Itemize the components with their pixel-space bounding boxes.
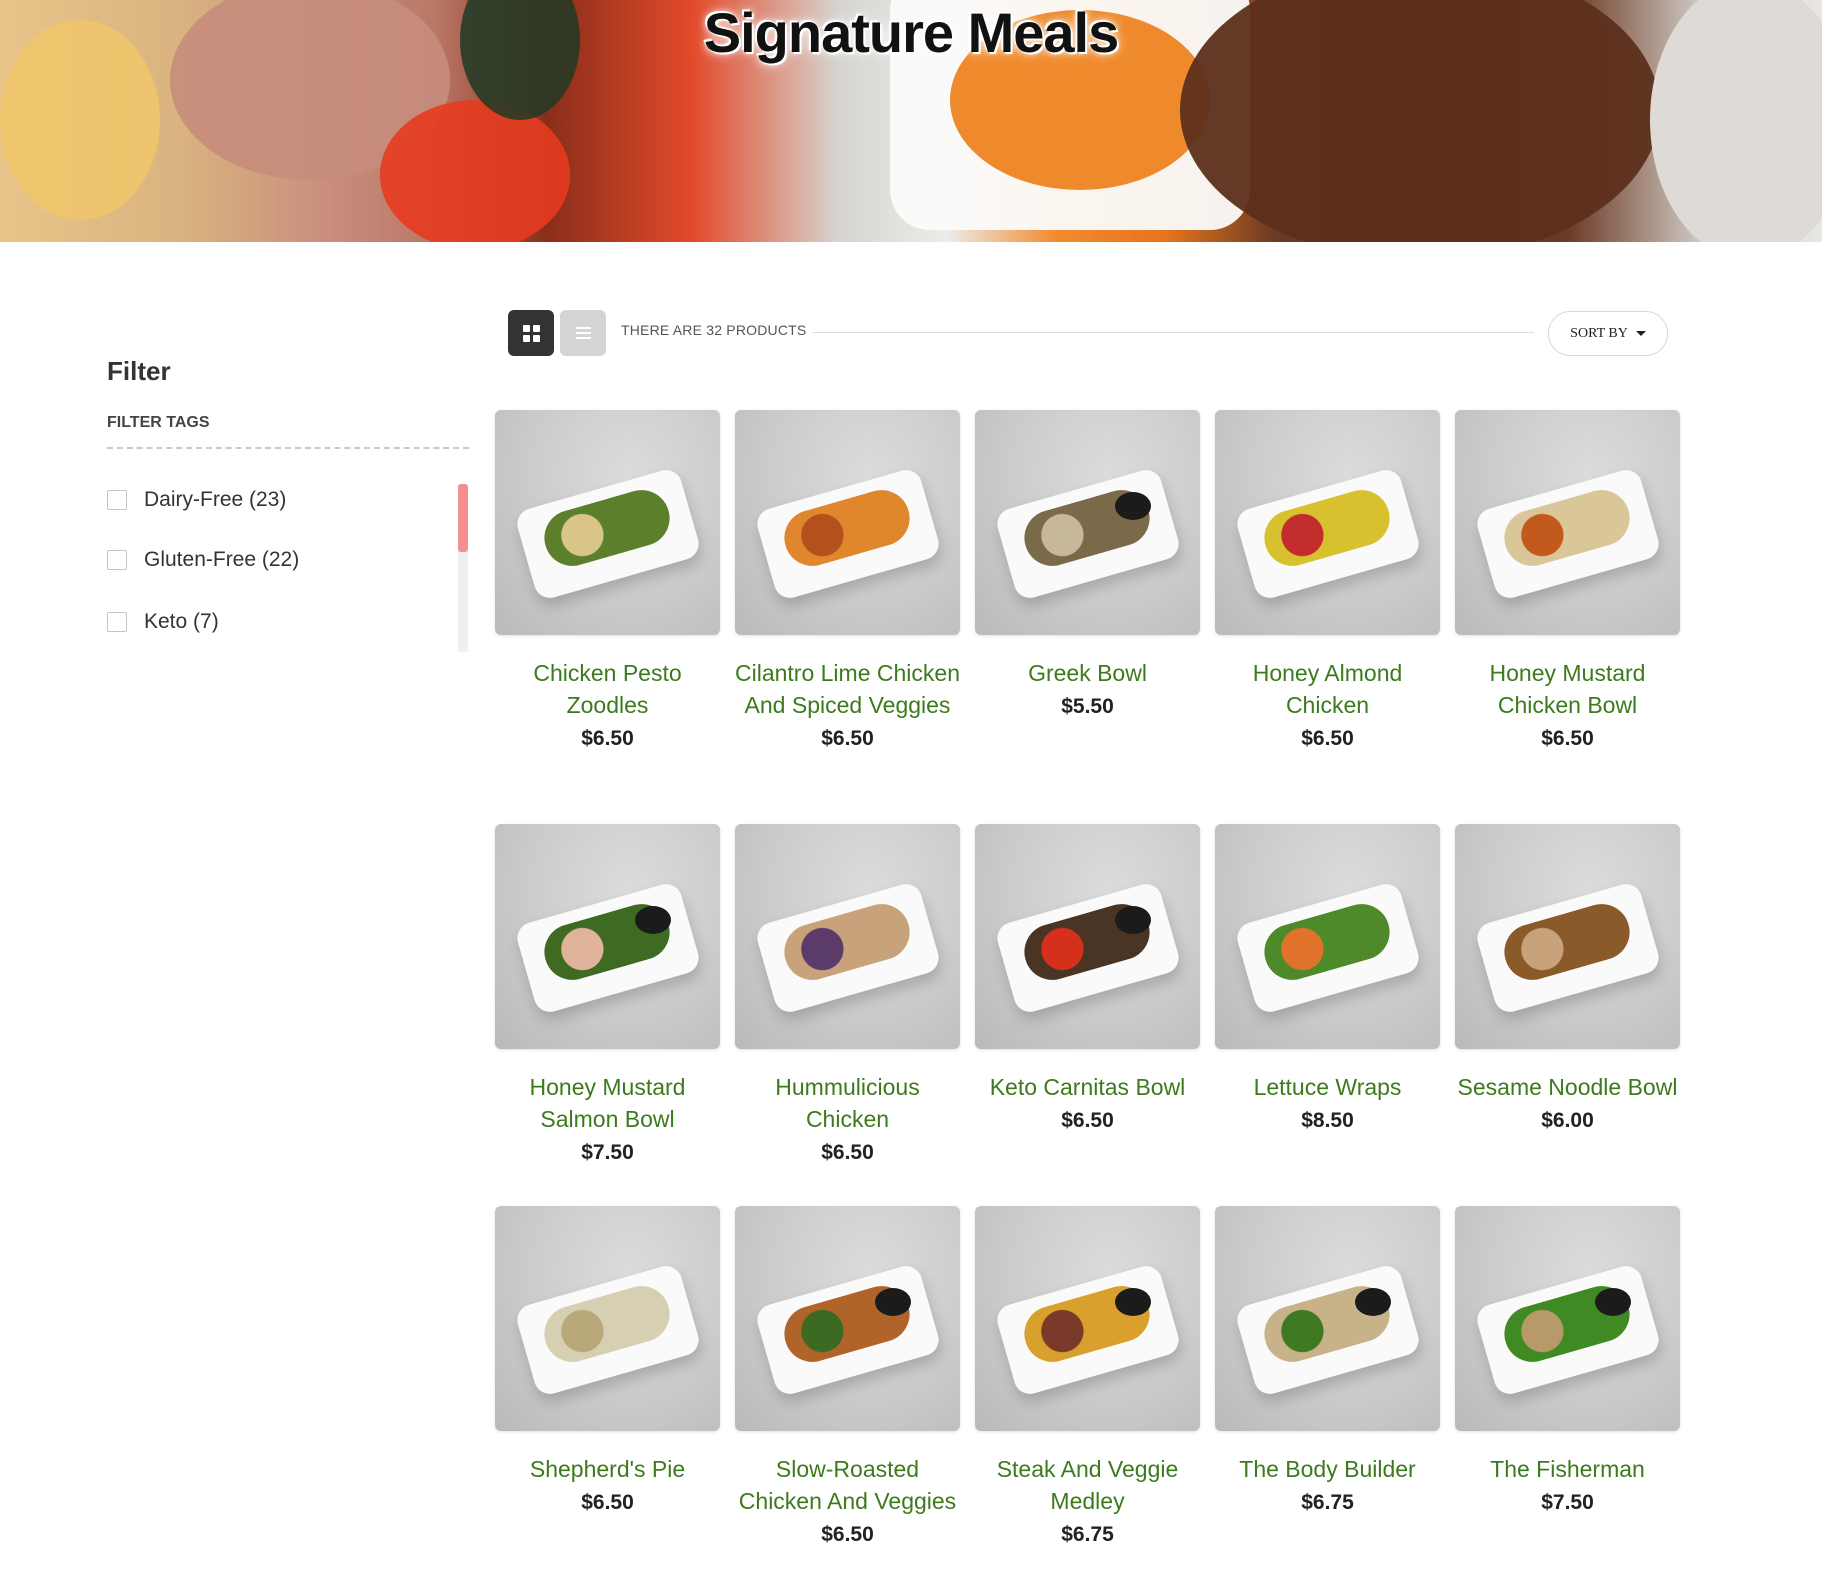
product-image[interactable] xyxy=(975,1206,1200,1431)
sauce-cup xyxy=(1115,906,1151,934)
filter-option-keto[interactable]: Keto (7) xyxy=(107,610,219,634)
product-card[interactable]: Honey Mustard Salmon Bowl $7.50 xyxy=(495,824,720,1165)
page-title: Signature Meals xyxy=(703,1,1119,64)
product-card[interactable]: Cilantro Lime Chicken And Spiced Veggies… xyxy=(735,410,960,751)
sort-by-dropdown[interactable]: SORT BY xyxy=(1548,311,1668,356)
product-name[interactable]: Slow-Roasted Chicken And Veggies xyxy=(735,1453,960,1517)
product-price: $6.50 xyxy=(821,1523,874,1546)
product-price: $6.00 xyxy=(1541,1109,1594,1132)
product-price: $6.50 xyxy=(581,727,634,750)
product-price: $6.75 xyxy=(1061,1523,1114,1546)
product-image[interactable] xyxy=(495,1206,720,1431)
product-image[interactable] xyxy=(1455,824,1680,1049)
product-count: THERE ARE 32 PRODUCTS xyxy=(621,322,807,338)
product-card[interactable]: Greek Bowl $5.50 xyxy=(975,410,1200,719)
product-name[interactable]: Greek Bowl xyxy=(975,657,1200,689)
product-image[interactable] xyxy=(975,824,1200,1049)
product-card[interactable]: Shepherd's Pie $6.50 xyxy=(495,1206,720,1515)
hero-food-image xyxy=(380,100,570,242)
product-card[interactable]: Lettuce Wraps $8.50 xyxy=(1215,824,1440,1133)
product-price: $6.50 xyxy=(1541,727,1594,750)
filter-option-label: Keto (7) xyxy=(144,610,219,633)
product-image[interactable] xyxy=(1215,410,1440,635)
product-image[interactable] xyxy=(495,824,720,1049)
sort-by-label: SORT BY xyxy=(1570,325,1628,341)
product-image[interactable] xyxy=(735,1206,960,1431)
product-image[interactable] xyxy=(1215,1206,1440,1431)
sauce-cup xyxy=(875,1288,911,1316)
filter-option-dairy-free[interactable]: Dairy-Free (23) xyxy=(107,488,286,512)
product-card[interactable]: The Body Builder $6.75 xyxy=(1215,1206,1440,1515)
product-card[interactable]: Hummulicious Chicken $6.50 xyxy=(735,824,960,1165)
product-name[interactable]: Keto Carnitas Bowl xyxy=(975,1071,1200,1103)
sauce-cup xyxy=(635,906,671,934)
product-image[interactable] xyxy=(1455,1206,1680,1431)
product-name[interactable]: Chicken Pesto Zoodles xyxy=(495,657,720,721)
product-image[interactable] xyxy=(495,410,720,635)
checkbox[interactable] xyxy=(107,490,127,510)
hero-banner: Signature Meals xyxy=(0,0,1822,242)
product-price: $6.50 xyxy=(1061,1109,1114,1132)
product-card[interactable]: Steak And Veggie Medley $6.75 xyxy=(975,1206,1200,1547)
product-price: $7.50 xyxy=(1541,1491,1594,1514)
toolbar-divider xyxy=(812,332,1534,333)
filter-tags-label: FILTER TAGS xyxy=(107,414,210,431)
product-image[interactable] xyxy=(1215,824,1440,1049)
product-name[interactable]: Hummulicious Chicken xyxy=(735,1071,960,1135)
product-name[interactable]: Sesame Noodle Bowl xyxy=(1455,1071,1680,1103)
filter-heading: Filter xyxy=(107,356,171,386)
product-price: $6.50 xyxy=(821,1141,874,1164)
product-price: $6.75 xyxy=(1301,1491,1354,1514)
grid-view-icon xyxy=(522,324,540,342)
list-view-icon xyxy=(575,327,591,339)
product-name[interactable]: The Body Builder xyxy=(1215,1453,1440,1485)
product-image[interactable] xyxy=(1455,410,1680,635)
product-name[interactable]: Shepherd's Pie xyxy=(495,1453,720,1485)
list-view-button[interactable] xyxy=(560,310,606,356)
product-price: $5.50 xyxy=(1061,695,1114,718)
product-name[interactable]: Cilantro Lime Chicken And Spiced Veggies xyxy=(735,657,960,721)
filter-divider xyxy=(107,447,469,449)
product-card[interactable]: Honey Mustard Chicken Bowl $6.50 xyxy=(1455,410,1680,751)
filter-scrollbar-thumb[interactable] xyxy=(458,484,468,552)
product-card[interactable]: Honey Almond Chicken $6.50 xyxy=(1215,410,1440,751)
product-card[interactable]: Sesame Noodle Bowl $6.00 xyxy=(1455,824,1680,1133)
product-card[interactable]: Chicken Pesto Zoodles $6.50 xyxy=(495,410,720,751)
product-image[interactable] xyxy=(735,410,960,635)
product-image[interactable] xyxy=(735,824,960,1049)
checkbox[interactable] xyxy=(107,612,127,632)
product-name[interactable]: The Fisherman xyxy=(1455,1453,1680,1485)
product-card[interactable]: Keto Carnitas Bowl $6.50 xyxy=(975,824,1200,1133)
product-name[interactable]: Lettuce Wraps xyxy=(1215,1071,1440,1103)
checkbox[interactable] xyxy=(107,550,127,570)
sauce-cup xyxy=(1595,1288,1631,1316)
product-name[interactable]: Honey Mustard Salmon Bowl xyxy=(495,1071,720,1135)
product-price: $6.50 xyxy=(1301,727,1354,750)
sauce-cup xyxy=(1115,1288,1151,1316)
product-name[interactable]: Honey Almond Chicken xyxy=(1215,657,1440,721)
filter-option-gluten-free[interactable]: Gluten-Free (22) xyxy=(107,548,299,572)
product-card[interactable]: The Fisherman $7.50 xyxy=(1455,1206,1680,1515)
sauce-cup xyxy=(1115,492,1151,520)
filter-option-label: Dairy-Free (23) xyxy=(144,488,287,511)
product-name[interactable]: Honey Mustard Chicken Bowl xyxy=(1455,657,1680,721)
product-image[interactable] xyxy=(975,410,1200,635)
grid-view-button[interactable] xyxy=(508,310,554,356)
caret-down-icon xyxy=(1635,331,1646,336)
product-price: $6.50 xyxy=(581,1491,634,1514)
product-price: $8.50 xyxy=(1301,1109,1354,1132)
filter-option-label: Gluten-Free (22) xyxy=(144,548,300,571)
product-price: $7.50 xyxy=(581,1141,634,1164)
product-name[interactable]: Steak And Veggie Medley xyxy=(975,1453,1200,1517)
product-card[interactable]: Slow-Roasted Chicken And Veggies $6.50 xyxy=(735,1206,960,1547)
sauce-cup xyxy=(1355,1288,1391,1316)
product-price: $6.50 xyxy=(821,727,874,750)
